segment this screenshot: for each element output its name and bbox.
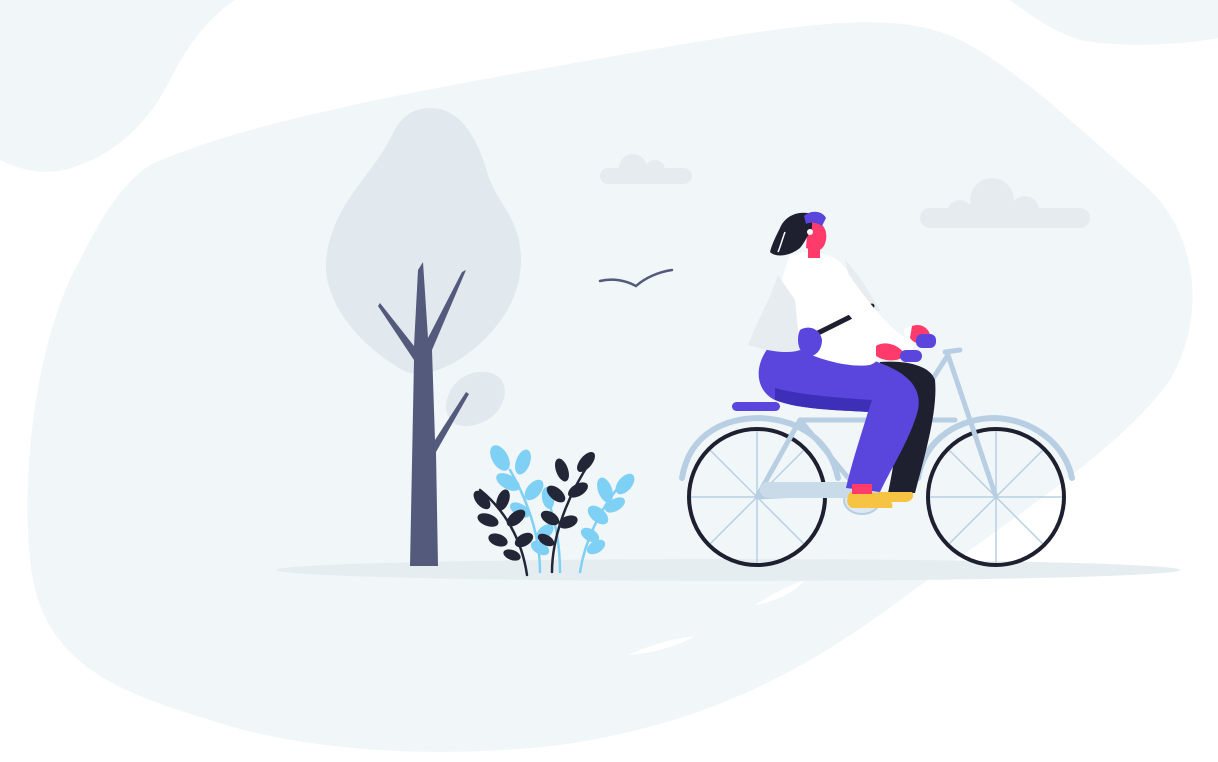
illustration-canvas: [0, 0, 1218, 762]
cyclist-illustration: [0, 0, 1218, 752]
rider-ear: [807, 229, 813, 235]
handlebar-grip-front: [900, 350, 922, 362]
rider-sock: [852, 484, 872, 494]
bicycle-seat: [732, 402, 780, 411]
main-blob: [27, 22, 1193, 752]
handlebar-grip: [916, 334, 936, 348]
top-right-blob: [1010, 0, 1218, 45]
background-blobs: [0, 0, 1218, 752]
chainstay-guard: [760, 482, 860, 498]
